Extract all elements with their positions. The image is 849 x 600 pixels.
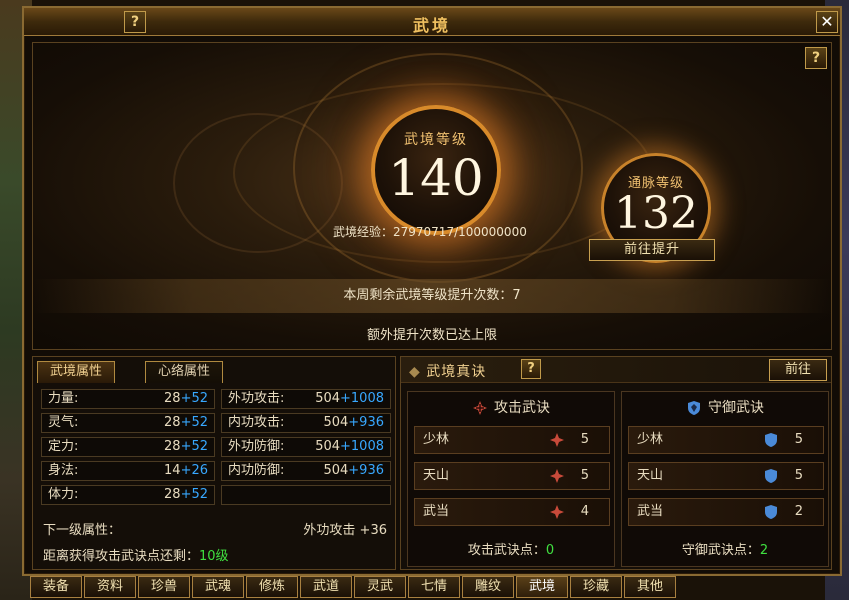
shield-icon xyxy=(765,505,777,519)
realm-window: ? 武境 ✕ ? 武境等级 140 通脉等级 132 武境经验：27970717… xyxy=(22,6,842,576)
attack-points: 攻击武诀点：0 xyxy=(467,543,555,558)
stage-help-button[interactable]: ? xyxy=(805,47,827,69)
attack-icon xyxy=(550,505,564,519)
realm-secret-panel: ◆ 武境真诀 ? 前往 攻击武诀 少林 5 天山 5 武当 4 攻击武诀点：0 … xyxy=(400,356,832,570)
window-title: 武境 xyxy=(412,16,451,35)
title-bar: ? 武境 ✕ xyxy=(24,8,840,36)
attack-row-shaolin[interactable]: 少林 5 xyxy=(414,426,610,454)
stat-value: 28+52 xyxy=(164,391,208,406)
stat-key: 内功防御: xyxy=(228,463,285,478)
stat-row-empty xyxy=(221,485,391,505)
next-level-value: 外功攻击 +36 xyxy=(303,523,387,538)
tab-realm-attributes[interactable]: 武境属性 xyxy=(37,361,116,383)
stat-key: 力量: xyxy=(48,391,79,406)
realm-exp-text: 武境经验：27970717/100000000 xyxy=(333,225,527,239)
distance-label: 距离获得攻击武诀点还剩： xyxy=(43,549,200,564)
attack-row-wudang[interactable]: 武当 4 xyxy=(414,498,610,526)
stat-key: 身法: xyxy=(48,463,79,478)
realm-level-label: 武境等级 xyxy=(404,132,468,148)
attack-icon xyxy=(550,469,564,483)
tab-other[interactable]: 其他 xyxy=(624,576,676,598)
shield-icon xyxy=(765,433,777,447)
defense-row-shaolin[interactable]: 少林 5 xyxy=(628,426,824,454)
meridian-level-value: 132 xyxy=(614,188,698,239)
shield-icon xyxy=(765,469,777,483)
attack-secret-section: 攻击武诀 少林 5 天山 5 武当 4 攻击武诀点：0 xyxy=(407,391,615,567)
stat-key: 外功攻击: xyxy=(228,391,285,406)
stat-value: 28+52 xyxy=(164,439,208,454)
stat-row: 体力: 28+52 xyxy=(41,485,215,505)
stat-value: 504+1008 xyxy=(315,439,384,454)
tab-martial-way[interactable]: 武道 xyxy=(300,576,352,598)
tab-cultivation[interactable]: 修炼 xyxy=(246,576,298,598)
tab-pet[interactable]: 珍兽 xyxy=(138,576,190,598)
realm-level-value: 140 xyxy=(388,149,484,207)
panel-title: ◆ 武境真诀 xyxy=(409,364,487,380)
defense-secret-title: 守御武诀 xyxy=(622,396,828,420)
stat-row: 灵气: 28+52 xyxy=(41,413,215,433)
tab-equipment[interactable]: 装备 xyxy=(30,576,82,598)
swirl-decoration xyxy=(173,113,343,253)
stat-row: 力量: 28+52 xyxy=(41,389,215,409)
bottom-tab-bar: 装备 资料 珍兽 武魂 修炼 武道 灵武 七情 雕纹 武境 珍藏 其他 xyxy=(30,576,676,598)
tab-engraving[interactable]: 雕纹 xyxy=(462,576,514,598)
attack-icon xyxy=(550,433,564,447)
stat-row: 定力: 28+52 xyxy=(41,437,215,457)
stat-row: 外功攻击: 504+1008 xyxy=(221,389,391,409)
attribute-panel: 武境属性 心络属性 力量: 28+52 灵气: 28+52 定力: 28+52 … xyxy=(32,356,396,570)
realm-level-orb: 武境等级 140 xyxy=(371,105,501,235)
defense-row-wudang[interactable]: 武当 2 xyxy=(628,498,824,526)
attack-icon xyxy=(473,401,487,415)
realm-stage: ? 武境等级 140 通脉等级 132 武境经验：27970717/100000… xyxy=(32,42,832,350)
weekly-remaining-text: 本周剩余武境等级提升次数：7 xyxy=(33,279,831,313)
shield-icon xyxy=(688,401,700,415)
tab-seven-emotions[interactable]: 七情 xyxy=(408,576,460,598)
tab-heart-attributes[interactable]: 心络属性 xyxy=(145,361,224,383)
stat-value: 504+1008 xyxy=(315,391,384,406)
close-button[interactable]: ✕ xyxy=(816,11,838,33)
tab-realm[interactable]: 武境 xyxy=(516,576,568,598)
stat-value: 504+936 xyxy=(323,415,384,430)
stat-key: 灵气: xyxy=(48,415,79,430)
panel-header: ◆ 武境真诀 ? 前往 xyxy=(401,357,831,383)
attack-secret-title: 攻击武诀 xyxy=(408,396,614,420)
defense-row-tianshan[interactable]: 天山 5 xyxy=(628,462,824,490)
stat-key: 体力: xyxy=(48,487,79,502)
distance-value: 10级 xyxy=(199,549,229,564)
stat-row: 内功防御: 504+936 xyxy=(221,461,391,481)
stat-key: 外功防御: xyxy=(228,439,285,454)
stat-value: 14+26 xyxy=(164,463,208,478)
next-level-label: 下一级属性： xyxy=(43,523,122,538)
attack-row-tianshan[interactable]: 天山 5 xyxy=(414,462,610,490)
goto-button[interactable]: 前往 xyxy=(769,359,827,381)
tab-profile[interactable]: 资料 xyxy=(84,576,136,598)
stat-row: 身法: 14+26 xyxy=(41,461,215,481)
stat-key: 定力: xyxy=(48,439,79,454)
tab-collection[interactable]: 珍藏 xyxy=(570,576,622,598)
goto-upgrade-button[interactable]: 前往提升 xyxy=(589,239,715,261)
stat-row: 内功攻击: 504+936 xyxy=(221,413,391,433)
distance-to-attack-point: 距离获得攻击武诀点还剩：10级 xyxy=(39,547,391,567)
next-level-attribute: 下一级属性： 外功攻击 +36 xyxy=(39,521,391,541)
stat-row: 外功防御: 504+1008 xyxy=(221,437,391,457)
stat-value: 504+936 xyxy=(323,463,384,478)
diamond-icon: ◆ xyxy=(409,364,427,380)
stat-key: 内功攻击: xyxy=(228,415,285,430)
defense-points: 守御武诀点：2 xyxy=(681,543,769,558)
secret-help-button[interactable]: ? xyxy=(521,359,541,379)
stat-value: 28+52 xyxy=(164,415,208,430)
stat-value: 28+52 xyxy=(164,487,208,502)
tab-martial-soul[interactable]: 武魂 xyxy=(192,576,244,598)
extra-limit-text: 额外提升次数已达上限 xyxy=(366,328,497,343)
tab-spirit-weapon[interactable]: 灵武 xyxy=(354,576,406,598)
defense-secret-section: 守御武诀 少林 5 天山 5 武当 2 守御武诀点：2 xyxy=(621,391,829,567)
